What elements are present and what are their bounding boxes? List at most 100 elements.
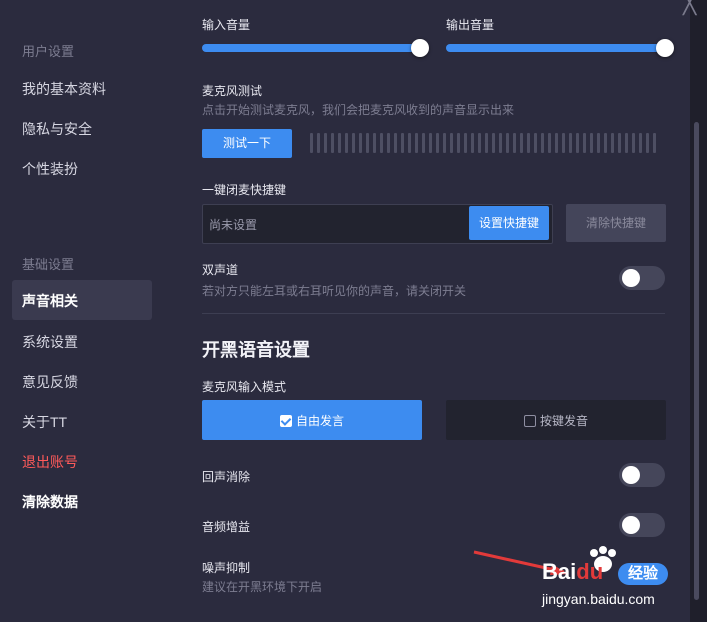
mic-test-hint: 点击开始测试麦克风，我们会把麦克风收到的声音显示出来	[202, 103, 515, 117]
output-volume-slider[interactable]	[446, 44, 660, 52]
mic-level-bar	[443, 133, 446, 153]
sidebar-item-logout[interactable]: 退出账号	[22, 452, 78, 472]
toggle-knob	[622, 516, 640, 534]
sidebar-item-appearance[interactable]: 个性装扮	[22, 159, 78, 179]
stereo-title: 双声道	[202, 263, 239, 277]
echo-cancel-label: 回声消除	[202, 470, 251, 484]
echo-cancel-toggle[interactable]	[619, 463, 665, 487]
mic-level-bar	[478, 133, 481, 153]
noise-suppress-label: 噪声抑制	[202, 561, 251, 575]
free-talk-label: 自由发言	[296, 414, 345, 428]
mic-level-bar	[471, 133, 474, 153]
close-icon[interactable]: ╳	[683, 0, 696, 14]
mic-level-bar	[548, 133, 551, 153]
scrollbar[interactable]	[694, 122, 699, 600]
voice-settings-heading: 开黑语音设置	[202, 340, 310, 360]
mic-level-bar	[604, 133, 607, 153]
mic-mode-label: 麦克风输入模式	[202, 380, 287, 394]
watermark-brand-du: du	[576, 559, 604, 584]
mic-level-bar	[366, 133, 369, 153]
input-volume-slider[interactable]	[202, 44, 422, 52]
mic-level-bar	[415, 133, 418, 153]
mic-level-bar	[324, 133, 327, 153]
mic-level-bar	[506, 133, 509, 153]
clear-hotkey-button[interactable]: 清除快捷键	[566, 204, 666, 242]
mic-level-bar	[527, 133, 530, 153]
mic-level-bar	[408, 133, 411, 153]
mic-level-bar	[464, 133, 467, 153]
mic-level-bar	[394, 133, 397, 153]
watermark-url: jingyan.baidu.com	[542, 591, 655, 607]
mic-level-bar	[373, 133, 376, 153]
sidebar-item-sound[interactable]: 声音相关	[12, 280, 152, 320]
free-talk-mode-button[interactable]: 自由发言	[202, 400, 422, 440]
mic-level-bar	[485, 133, 488, 153]
mic-level-bar	[338, 133, 341, 153]
mic-test-button[interactable]: 测试一下	[202, 129, 292, 158]
toggle-knob	[622, 466, 640, 484]
checkbox-unchecked-icon	[524, 414, 536, 427]
mic-level-bar	[618, 133, 621, 153]
mic-level-bar	[380, 133, 383, 153]
mic-level-bar	[422, 133, 425, 153]
section-title-user-settings: 用户设置	[22, 44, 75, 59]
output-volume-label: 输出音量	[446, 18, 495, 32]
mic-level-bar	[534, 133, 537, 153]
mic-level-bar	[569, 133, 572, 153]
watermark-brand: Bai	[542, 559, 577, 584]
mic-level-bar	[513, 133, 516, 153]
sidebar-item-system[interactable]: 系统设置	[22, 332, 78, 352]
noise-suppress-hint: 建议在开黑环境下开启	[202, 580, 323, 594]
mic-level-bar	[541, 133, 544, 153]
mic-level-bar	[639, 133, 642, 153]
mic-level-bar	[457, 133, 460, 153]
mic-level-bar	[646, 133, 649, 153]
sidebar-item-about[interactable]: 关于TT	[22, 412, 67, 432]
mic-level-bar	[429, 133, 432, 153]
audio-gain-label: 音频增益	[202, 520, 251, 534]
section-divider	[202, 313, 665, 314]
mic-level-bar	[625, 133, 628, 153]
sidebar-item-profile[interactable]: 我的基本资料	[22, 79, 106, 99]
mic-level-bar	[401, 133, 404, 153]
mic-level-bar	[499, 133, 502, 153]
stereo-hint: 若对方只能左耳或右耳听见你的声音，请关闭开关	[202, 284, 467, 298]
push-to-talk-label: 按键发音	[540, 414, 589, 428]
mic-level-bar	[436, 133, 439, 153]
mic-level-bar	[632, 133, 635, 153]
stereo-toggle[interactable]	[619, 266, 665, 290]
mic-level-bar	[520, 133, 523, 153]
mic-level-bar	[590, 133, 593, 153]
mic-level-bar	[562, 133, 565, 153]
mic-level-meter	[310, 133, 656, 153]
settings-sidebar: 用户设置 我的基本资料 隐私与安全 个性装扮 基础设置 声音相关 系统设置 意见…	[0, 0, 172, 622]
section-title-basic-settings: 基础设置	[22, 257, 75, 272]
mic-level-bar	[450, 133, 453, 153]
mic-level-bar	[653, 133, 656, 153]
input-volume-label: 输入音量	[202, 18, 251, 32]
sidebar-item-label: 声音相关	[22, 293, 78, 309]
sidebar-item-clear-data[interactable]: 清除数据	[22, 492, 78, 512]
mic-level-bar	[555, 133, 558, 153]
audio-gain-toggle[interactable]	[619, 513, 665, 537]
mic-level-bar	[576, 133, 579, 153]
input-volume-handle[interactable]	[411, 39, 429, 57]
mic-level-bar	[359, 133, 362, 153]
output-volume-handle[interactable]	[656, 39, 674, 57]
set-hotkey-button[interactable]: 设置快捷键	[469, 206, 549, 240]
mic-level-bar	[611, 133, 614, 153]
watermark-badge: 经验	[618, 563, 668, 585]
hotkey-input[interactable]	[203, 205, 471, 245]
push-to-talk-mode-button[interactable]: 按键发音	[446, 400, 666, 440]
sidebar-item-privacy[interactable]: 隐私与安全	[22, 119, 92, 139]
mic-level-bar	[352, 133, 355, 153]
toggle-knob	[622, 269, 640, 287]
mic-level-bar	[583, 133, 586, 153]
mic-level-bar	[310, 133, 313, 153]
mute-hotkey-title: 一键闭麦快捷键	[202, 183, 287, 197]
mic-level-bar	[317, 133, 320, 153]
sidebar-item-feedback[interactable]: 意见反馈	[22, 372, 78, 392]
mic-level-bar	[492, 133, 495, 153]
checkbox-checked-icon	[280, 414, 292, 427]
mic-level-bar	[345, 133, 348, 153]
